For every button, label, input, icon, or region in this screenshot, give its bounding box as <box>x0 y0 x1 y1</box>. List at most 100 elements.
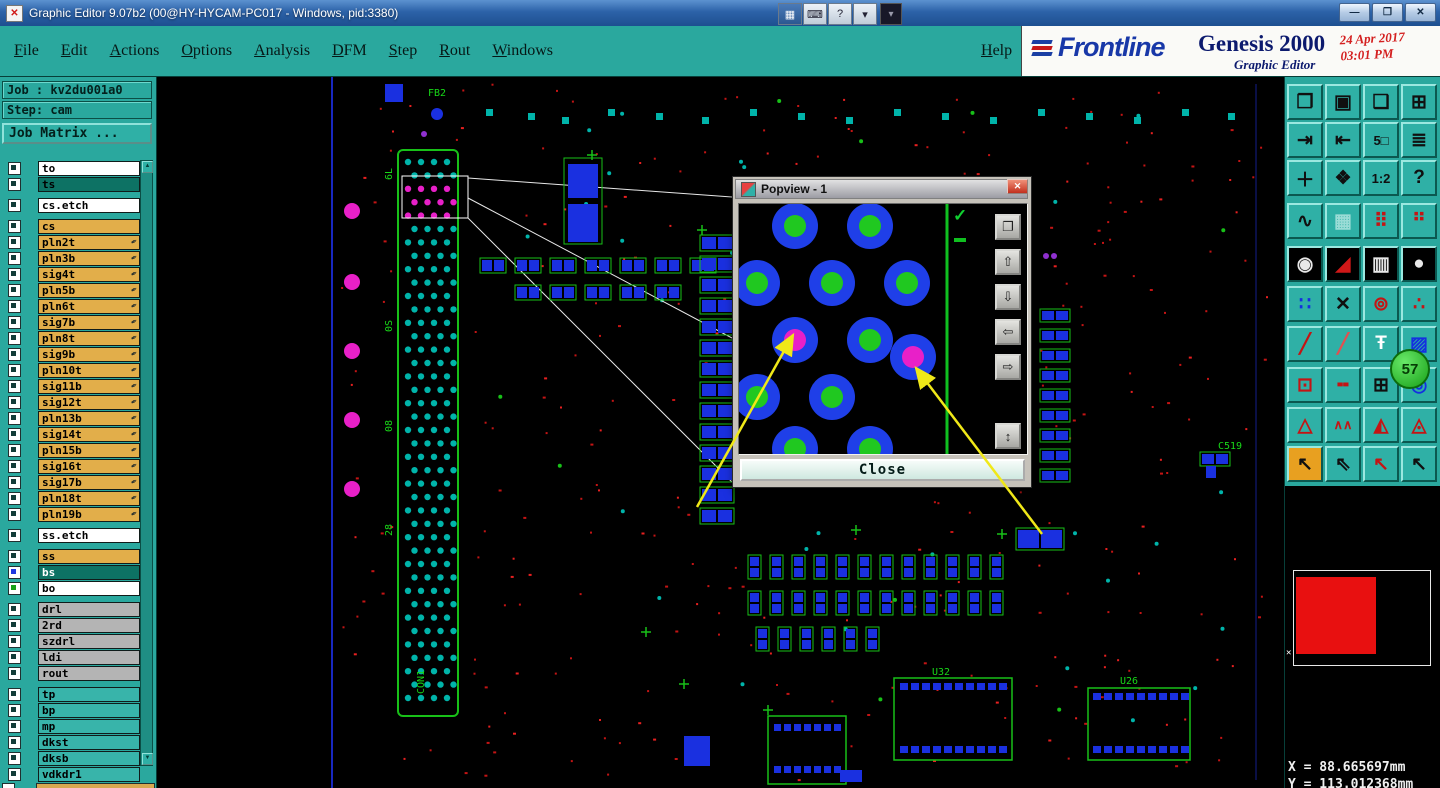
layer-visibility-checkbox[interactable] <box>8 549 21 563</box>
overview-minimap[interactable] <box>1293 570 1431 666</box>
tool-pick-point[interactable]: ⊚ <box>1363 286 1399 322</box>
layer-name-sig16t[interactable]: sig16t ✒ <box>38 458 140 474</box>
popview-fit-window-button[interactable]: ↕ <box>995 423 1021 449</box>
layer-visibility-checkbox[interactable] <box>8 427 21 441</box>
layer-visibility-checkbox[interactable] <box>8 687 21 701</box>
tool-fit-view[interactable]: ＋ <box>1287 160 1323 196</box>
tool-snap-points[interactable]: ⠿ <box>1363 203 1399 239</box>
layer-name-tp[interactable]: tp <box>38 686 140 702</box>
layer-scrollbar[interactable]: ▲ ▼ <box>140 160 153 766</box>
layer-name-sig11b[interactable]: sig11b ✒ <box>38 378 140 394</box>
menu-file[interactable]: File <box>14 42 39 60</box>
menu-options[interactable]: Options <box>181 42 232 60</box>
tool-pointer-window[interactable]: ⇖ <box>1325 446 1361 482</box>
layer-visibility-checkbox[interactable] <box>8 703 21 717</box>
language-bar[interactable]: ▦ ⌨? ▾ ▾ <box>778 3 902 25</box>
layer-name-rout[interactable]: rout <box>38 665 140 681</box>
layer-visibility-checkbox[interactable] <box>8 581 21 595</box>
layer-name-sig7b[interactable]: sig7b ✒ <box>38 314 140 330</box>
popview-titlebar[interactable]: Popview - 1 <box>735 179 1028 199</box>
tool-triangle-marker[interactable]: ◬ <box>1401 407 1437 443</box>
popview-pan-down-button[interactable]: ⇩ <box>995 284 1021 310</box>
layer-name-pln3b[interactable]: pln3b ✒ <box>38 250 140 266</box>
popview-close-button[interactable]: Close <box>740 459 1025 481</box>
layer-name-sig14t[interactable]: sig14t ✒ <box>38 426 140 442</box>
layer-visibility-checkbox[interactable] <box>8 198 21 212</box>
layer-visibility-checkbox[interactable] <box>8 347 21 361</box>
job-matrix-button[interactable]: Job Matrix ... <box>2 123 152 144</box>
language-indicator-icon[interactable]: ▦ <box>778 3 802 25</box>
keyboard-icon[interactable]: ⌨ <box>803 3 827 25</box>
tool-pointer-reference[interactable]: ↖ <box>1363 446 1399 482</box>
popview-pan-window-button[interactable]: ❐ <box>995 214 1021 240</box>
layer-visibility-checkbox[interactable] <box>8 735 21 749</box>
menu-actions[interactable]: Actions <box>110 42 160 60</box>
layer-name-sig9b[interactable]: sig9b ✒ <box>38 346 140 362</box>
layer-name-bp[interactable]: bp <box>38 702 140 718</box>
tool-snapshot[interactable]: ❐ <box>1287 84 1323 120</box>
layer-visibility-checkbox[interactable] <box>8 618 21 632</box>
scroll-down-icon[interactable]: ▼ <box>142 753 153 765</box>
layer-name-drl[interactable]: drl <box>38 601 140 617</box>
popview-canvas[interactable]: ✓ <box>734 203 1027 472</box>
tool-triangle-fill[interactable]: ◭ <box>1363 407 1399 443</box>
menu-step[interactable]: Step <box>389 42 417 60</box>
layer-name-bo[interactable]: bo <box>38 580 140 596</box>
layer-visibility-checkbox[interactable] <box>8 161 21 175</box>
tool-zoom-out-area[interactable]: ⇤ <box>1325 122 1361 158</box>
tool-display[interactable]: ▣ <box>1325 84 1361 120</box>
layer-visibility-checkbox[interactable] <box>8 283 21 297</box>
layer-name-pln15b[interactable]: pln15b ✒ <box>38 442 140 458</box>
layer-name-ldi[interactable]: ldi <box>38 649 140 665</box>
tool-angle-tool[interactable]: △ <box>1287 407 1323 443</box>
tool-highlight-points[interactable]: ⠛ <box>1401 203 1437 239</box>
layer-name-mp[interactable]: mp <box>38 718 140 734</box>
tool-net-select[interactable]: ∷ <box>1287 286 1323 322</box>
tool-pad-origin[interactable]: ⊡ <box>1287 367 1323 403</box>
tool-help-tool[interactable]: ? <box>1401 160 1437 196</box>
tool-clear-selection[interactable]: ✕ <box>1325 286 1361 322</box>
tool-zoom-in-area[interactable]: ⇥ <box>1287 122 1323 158</box>
layer-visibility-checkbox[interactable] <box>8 507 21 521</box>
layer-visibility-checkbox[interactable] <box>8 443 21 457</box>
layer-visibility-checkbox[interactable] <box>8 751 21 765</box>
menu-edit[interactable]: Edit <box>61 42 88 60</box>
layer-visibility-checkbox[interactable] <box>8 331 21 345</box>
layer-name-szdrl[interactable]: szdrl <box>38 633 140 649</box>
layer-visibility-checkbox[interactable] <box>8 475 21 489</box>
tool-spreadsheet[interactable]: ⊞ <box>1401 84 1437 120</box>
tool-scatter-points[interactable]: ∴ <box>1401 286 1437 322</box>
layer-visibility-checkbox[interactable] <box>8 719 21 733</box>
layer-visibility-checkbox[interactable] <box>8 379 21 393</box>
window-titlebar[interactable]: ✕ Graphic Editor 9.07b2 (00@HY-HYCAM-PC0… <box>0 0 1440 26</box>
tool-print[interactable]: ❑ <box>1363 84 1399 120</box>
layer-visibility-checkbox[interactable] <box>8 565 21 579</box>
tool-dark-field[interactable]: ◉ <box>1287 246 1323 282</box>
layer-name-to[interactable]: to <box>38 160 140 176</box>
layer-visibility-checkbox[interactable] <box>8 411 21 425</box>
pcb-canvas[interactable]: FB2 6L 0S 08 28 CON1 U32 U26 C519 <box>156 76 1284 788</box>
options-arrow-icon[interactable]: ▾ <box>853 3 877 25</box>
popview-pan-left-button[interactable]: ⇦ <box>995 319 1021 345</box>
tray-dock[interactable]: ▾ <box>880 3 902 25</box>
layer-visibility-checkbox[interactable] <box>8 219 21 233</box>
layer-visibility-checkbox[interactable] <box>8 235 21 249</box>
tool-pointer-net[interactable]: ↖ <box>1401 446 1437 482</box>
layer-name-dksb[interactable]: dksb <box>38 750 140 766</box>
layer-name-pln13b[interactable]: pln13b ✒ <box>38 410 140 426</box>
layer-visibility-checkbox[interactable] <box>8 767 21 781</box>
tool-profile[interactable]: ∿ <box>1287 203 1323 239</box>
layer-name-sig12t[interactable]: sig12t ✒ <box>38 394 140 410</box>
layer-visibility-checkbox[interactable] <box>8 251 21 265</box>
layer-name-vdkdr1[interactable]: vdkdr1 <box>38 766 140 782</box>
layer-name-cs.etch[interactable]: cs.etch <box>38 197 140 213</box>
layer-visibility-checkbox[interactable] <box>8 299 21 313</box>
layer-name-pln18t[interactable]: pln18t ✒ <box>38 490 140 506</box>
layer-visibility-checkbox[interactable] <box>8 459 21 473</box>
tool-multi-window[interactable]: 5□ <box>1363 122 1399 158</box>
layer-visibility-checkbox[interactable] <box>8 650 21 664</box>
layer-name-2rd[interactable]: 2rd <box>38 617 140 633</box>
menu-dfm[interactable]: DFM <box>332 42 367 60</box>
tool-grid-toggle[interactable]: ▦ <box>1325 203 1361 239</box>
close-button[interactable]: ✕ <box>1405 3 1436 22</box>
